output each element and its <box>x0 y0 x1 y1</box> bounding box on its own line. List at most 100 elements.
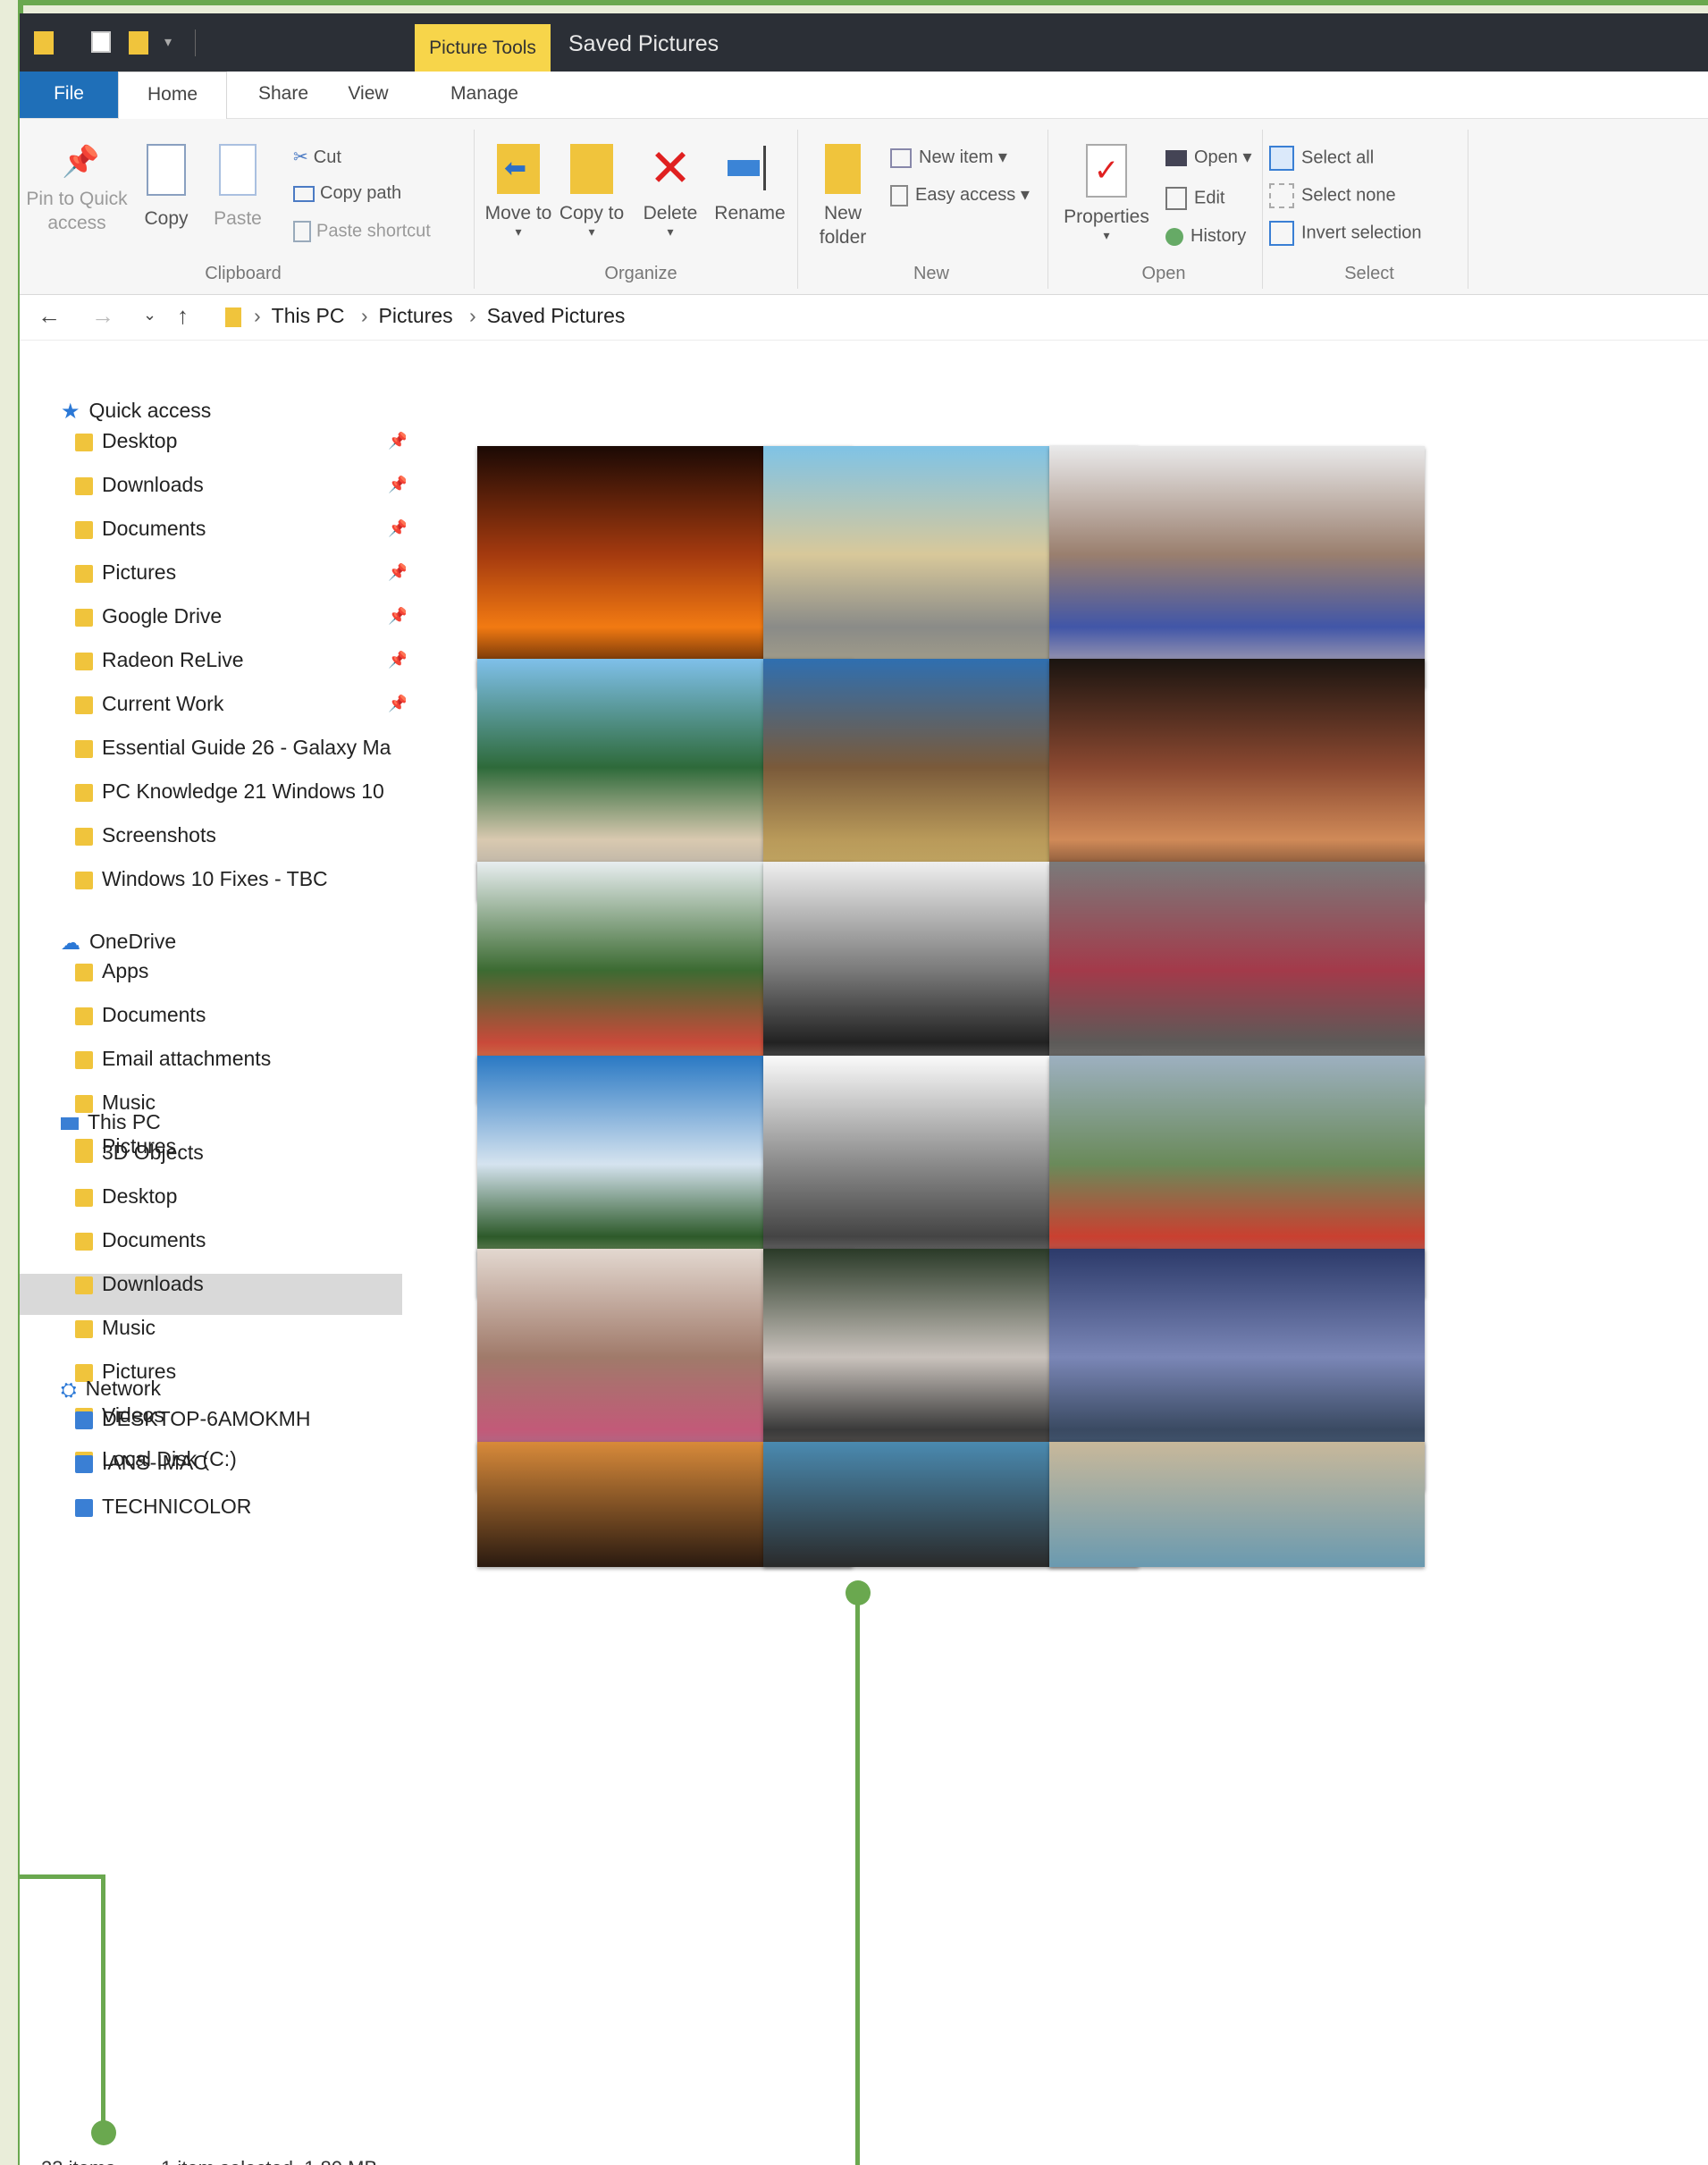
invert-selection-icon <box>1269 221 1294 246</box>
paste-label: Paste <box>214 208 262 229</box>
properties-button[interactable]: ✓ Properties ▾ <box>1055 144 1158 241</box>
properties-icon[interactable] <box>91 31 111 53</box>
invert-selection-button[interactable]: Invert selection <box>1269 221 1422 246</box>
scissors-icon: ✂ <box>293 147 308 167</box>
nav-item[interactable]: Documents <box>75 1220 397 1259</box>
folder-icon <box>75 1050 93 1069</box>
nav-item-label: PC Knowledge 21 Windows 10 <box>102 779 384 803</box>
picture-tools-tab[interactable]: Picture Tools <box>415 24 551 72</box>
breadcrumb: › This PC › Pictures › Saved Pictures <box>254 304 626 327</box>
folder-icon <box>75 1007 93 1025</box>
pin-to-quick-access-button[interactable]: 📌 Pin to Quick access <box>23 144 130 235</box>
status-bar: 23 items 1 item selected 1.80 MB <box>20 2157 1708 2165</box>
leader-line <box>18 0 1708 5</box>
nav-item[interactable]: Downloads <box>75 1264 397 1303</box>
folder-icon <box>75 1188 93 1207</box>
copy-to-icon <box>570 144 613 194</box>
nav-item[interactable]: Desktop <box>75 1176 397 1216</box>
history-button[interactable]: History <box>1165 226 1246 247</box>
separator <box>195 29 196 56</box>
copy-button[interactable]: Copy <box>134 144 198 231</box>
breadcrumb-saved-pictures[interactable]: Saved Pictures <box>487 304 626 327</box>
nav-item[interactable]: Email attachments <box>75 1039 397 1078</box>
nav-item[interactable]: Documents 📌 <box>75 509 408 548</box>
nav-item[interactable]: Apps <box>75 951 397 990</box>
leader-line <box>101 1874 105 2143</box>
selection-info: 1 item selected 1.80 MB <box>161 2157 377 2165</box>
nav-item[interactable]: Windows 10 Fixes - TBC <box>75 859 397 898</box>
nav-item-label: Music <box>102 1316 156 1339</box>
folder-icon <box>75 963 93 981</box>
breadcrumb-pictures[interactable]: Pictures <box>379 304 453 327</box>
folder-icon <box>75 1232 93 1251</box>
new-folder-icon <box>825 144 861 194</box>
copy-path-button[interactable]: Copy path <box>293 183 401 204</box>
nav-item[interactable]: IANS-IMAC <box>75 1443 397 1482</box>
nav-item-label: Screenshots <box>102 823 216 847</box>
easy-access-button[interactable]: Easy access ▾ <box>890 183 1030 206</box>
open-button[interactable]: Open ▾ <box>1165 146 1252 168</box>
nav-item[interactable]: Music <box>75 1308 397 1347</box>
tab-home[interactable]: Home <box>118 72 227 120</box>
nav-item-label: Desktop <box>102 429 178 452</box>
nav-item-label: Current Work <box>102 692 224 715</box>
open-label: Open <box>1194 147 1238 167</box>
rename-button[interactable]: Rename <box>711 144 788 225</box>
nav-item-label: Documents <box>102 517 206 540</box>
nav-item[interactable]: Documents <box>75 995 397 1034</box>
nav-item[interactable]: TECHNICOLOR <box>75 1487 397 1526</box>
easy-access-icon <box>890 184 908 206</box>
copy-to-button[interactable]: Copy to ▾ <box>558 144 626 238</box>
select-none-button[interactable]: Select none <box>1269 183 1396 208</box>
edit-button[interactable]: Edit <box>1165 187 1224 210</box>
tab-manage[interactable]: Manage <box>431 72 538 118</box>
paste-shortcut-icon <box>293 221 311 242</box>
new-item-label: New item <box>919 147 994 167</box>
new-folder-button[interactable]: New folder <box>803 144 883 249</box>
up-icon[interactable]: ↑ <box>177 302 189 330</box>
nav-item[interactable]: Screenshots <box>75 815 397 855</box>
new-folder-icon[interactable] <box>129 31 148 55</box>
tab-share[interactable]: Share <box>239 72 328 118</box>
properties-icon: ✓ <box>1086 144 1127 198</box>
tab-view[interactable]: View <box>328 72 408 118</box>
forward-icon[interactable]: → <box>91 302 114 330</box>
delete-button[interactable]: ✕ Delete ▾ <box>635 143 706 239</box>
nav-item[interactable]: Essential Guide 26 - Galaxy Ma <box>75 728 397 767</box>
tab-file[interactable]: File <box>20 72 118 118</box>
computer-icon <box>75 1498 93 1517</box>
navigation-pane: ★ Quick access Desktop 📌 Downloads 📌 Document… <box>20 341 408 2165</box>
chevron-down-icon[interactable]: ▾ <box>164 33 172 51</box>
file-explorer-window: ▾ Picture Tools Saved Pictures File Home… <box>20 13 1708 2165</box>
cut-button[interactable]: ✂ Cut <box>293 146 341 168</box>
address-bar: ← → ⌄ ↑ › This PC › Pictures › Saved Pictur… <box>20 295 1708 341</box>
separator <box>1262 130 1263 289</box>
nav-item-label: Google Drive <box>102 604 223 628</box>
nav-item[interactable]: Desktop 📌 <box>75 421 408 460</box>
select-all-button[interactable]: Select all <box>1269 146 1374 171</box>
nav-item[interactable]: PC Knowledge 21 Windows 10 <box>75 771 397 811</box>
nav-item[interactable]: Current Work 📌 <box>75 684 408 723</box>
nav-item[interactable]: Pictures 📌 <box>75 552 408 592</box>
nav-onedrive-label: OneDrive <box>89 930 177 953</box>
nav-item[interactable]: Downloads 📌 <box>75 465 408 504</box>
nav-item[interactable]: Radeon ReLive 📌 <box>75 640 408 679</box>
nav-item[interactable]: DESKTOP-6AMOKMH <box>75 1399 397 1438</box>
thumbnail-image <box>1049 446 1425 687</box>
history-icon <box>1165 227 1183 246</box>
recent-locations-icon[interactable]: ⌄ <box>143 306 156 324</box>
paste-shortcut-button[interactable]: Paste shortcut <box>293 221 431 242</box>
computer-icon <box>75 1454 93 1473</box>
new-item-button[interactable]: New item ▾ <box>890 146 1007 168</box>
nav-item-label: Radeon ReLive <box>102 648 244 671</box>
nav-item-label: Apps <box>102 959 149 982</box>
folder-icon <box>75 564 93 583</box>
nav-item[interactable]: Google Drive 📌 <box>75 596 408 636</box>
breadcrumb-this-pc[interactable]: This PC <box>272 304 345 327</box>
paste-shortcut-label: Paste shortcut <box>316 221 431 241</box>
nav-item[interactable]: 3D Objects <box>75 1133 397 1172</box>
back-icon[interactable]: ← <box>38 302 61 330</box>
paste-button[interactable]: Paste <box>206 144 270 231</box>
move-to-button[interactable]: ⬅ Move to ▾ <box>483 144 554 238</box>
folder-icon <box>75 739 93 758</box>
